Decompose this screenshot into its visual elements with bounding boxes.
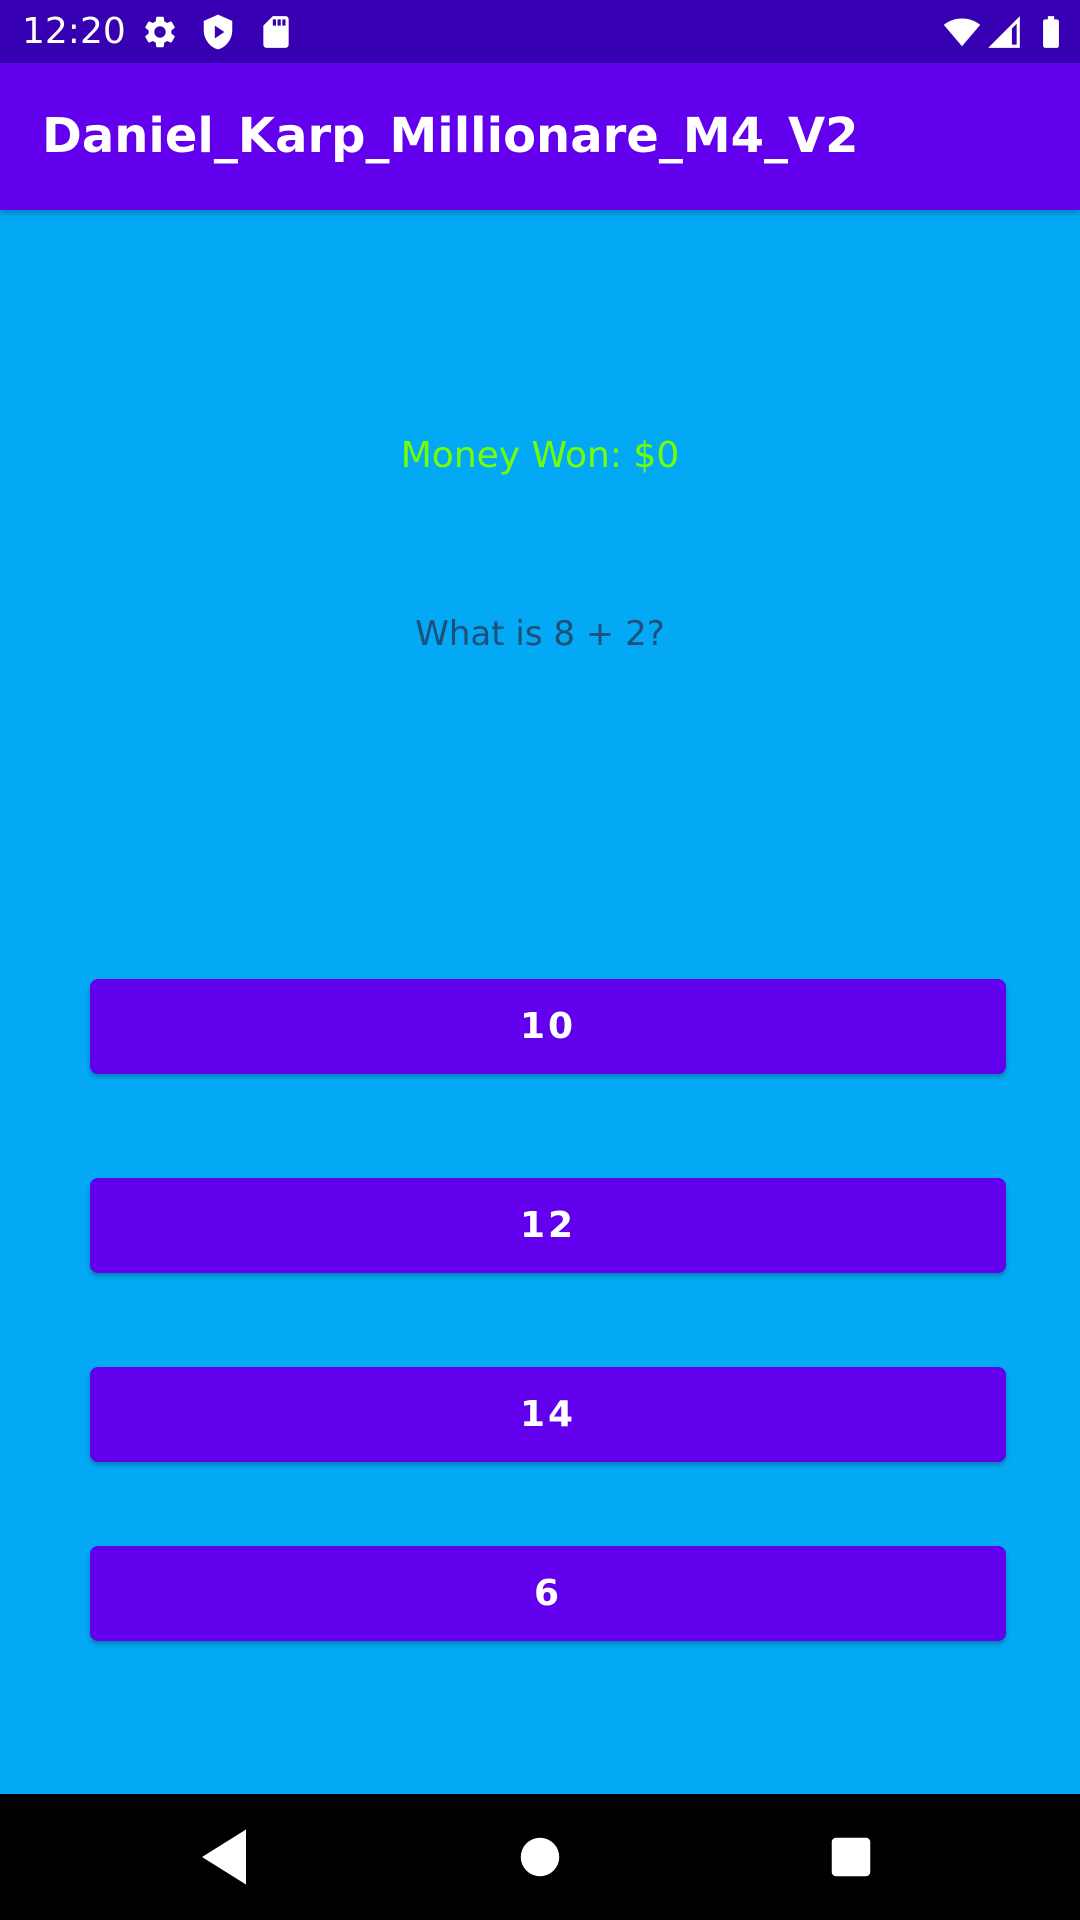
battery-icon — [1043, 16, 1059, 48]
answer-button-3[interactable]: 14 — [90, 1367, 1006, 1462]
answer-button-4[interactable]: 6 — [90, 1546, 1006, 1641]
status-bar: 12:20 — [0, 0, 1080, 63]
app-bar: Daniel_Karp_Millionare_M4_V2 — [0, 63, 1080, 210]
signal-icon — [988, 16, 1020, 48]
recents-icon[interactable] — [818, 1824, 884, 1890]
money-won-label: Money Won: $0 — [400, 435, 680, 476]
app-title: Daniel_Karp_Millionare_M4_V2 — [42, 108, 859, 164]
home-icon[interactable] — [507, 1824, 573, 1890]
answer-button-2[interactable]: 12 — [90, 1178, 1006, 1273]
shield-icon — [203, 14, 233, 50]
status-time: 12:20 — [22, 11, 126, 52]
wifi-icon — [943, 18, 981, 47]
settings-icon — [145, 16, 175, 48]
sd-card-icon — [263, 16, 289, 48]
question-text: What is 8 + 2? — [415, 614, 665, 654]
back-icon[interactable] — [191, 1824, 257, 1890]
answer-button-1[interactable]: 10 — [90, 979, 1006, 1074]
navigation-bar — [0, 1794, 1080, 1920]
